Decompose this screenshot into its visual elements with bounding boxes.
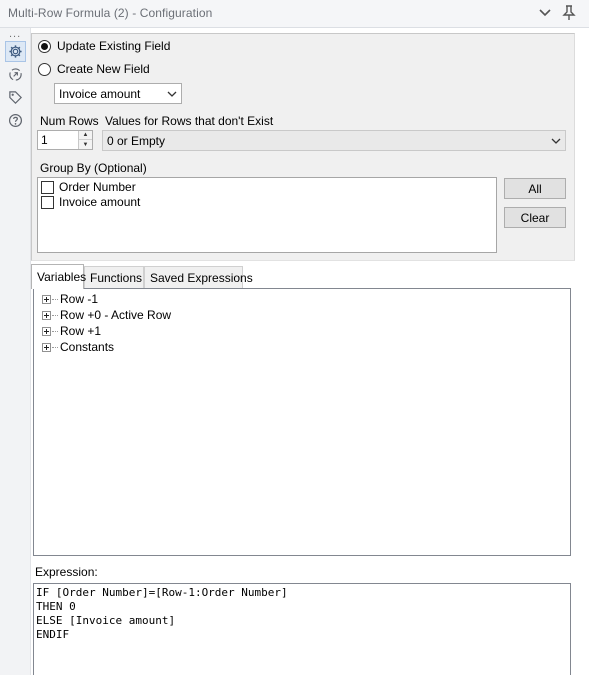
num-rows-stepper[interactable]: 1 ▲ ▼ xyxy=(37,130,93,150)
stepper-arrows[interactable]: ▲ ▼ xyxy=(78,131,92,149)
right-margin xyxy=(575,28,589,675)
missing-rows-value: 0 or Empty xyxy=(107,133,166,148)
expression-label: Expression: xyxy=(35,565,98,579)
group-by-label: Group By (Optional) xyxy=(40,161,147,175)
field-dropdown[interactable]: Invoice amount xyxy=(54,83,182,104)
missing-rows-label: Values for Rows that don't Exist xyxy=(105,114,274,128)
tree-item-label: Row +0 - Active Row xyxy=(60,308,172,322)
title-bar: Multi-Row Formula (2) - Configuration xyxy=(0,0,589,28)
window-title: Multi-Row Formula (2) - Configuration xyxy=(8,6,213,20)
group-by-item-label: Invoice amount xyxy=(59,195,141,209)
sidebar-dots: ... xyxy=(9,28,22,40)
stepper-up-icon[interactable]: ▲ xyxy=(79,131,92,140)
chevron-down-icon[interactable] xyxy=(547,138,565,144)
group-by-list: Order Number Invoice amount xyxy=(37,177,497,253)
tree-item-row-minus-1[interactable]: Row -1 xyxy=(42,292,98,306)
radio-button[interactable] xyxy=(38,62,51,76)
tree-item-label: Row +1 xyxy=(60,324,102,338)
expression-line: THEN 0 xyxy=(36,600,76,613)
tree-item-label: Constants xyxy=(60,340,115,354)
tree-item-constants[interactable]: Constants xyxy=(42,340,114,354)
radio-button-selected[interactable] xyxy=(38,39,51,53)
tab-saved-expressions[interactable]: Saved Expressions xyxy=(144,266,253,288)
expand-plus-icon[interactable] xyxy=(42,342,51,352)
expand-plus-icon[interactable] xyxy=(42,294,51,304)
tab-functions[interactable]: Functions xyxy=(84,266,144,288)
pin-icon[interactable] xyxy=(560,4,578,22)
variables-tree: Row -1 Row +0 - Active Row Row +1 Consta… xyxy=(33,288,571,556)
expression-code: IF [Order Number]=[Row-1:Order Number] TH… xyxy=(36,586,288,642)
tree-item-row-active[interactable]: Row +0 - Active Row xyxy=(42,308,171,322)
expression-line: ENDIF xyxy=(36,628,70,641)
stepper-down-icon[interactable]: ▼ xyxy=(79,140,92,149)
list-item[interactable]: Order Number xyxy=(41,180,136,194)
checkbox[interactable] xyxy=(41,195,54,209)
group-by-item-label: Order Number xyxy=(59,180,136,194)
chevron-down-icon[interactable] xyxy=(163,91,181,97)
update-existing-label: Update Existing Field xyxy=(57,39,171,53)
expression-line: IF [Order Number]=[Row-1:Order Number] xyxy=(36,586,288,599)
help-icon[interactable] xyxy=(5,110,26,131)
list-item[interactable]: Invoice amount xyxy=(41,195,140,209)
chevron-down-icon[interactable] xyxy=(536,4,554,22)
expression-line: ELSE [Invoice amount] xyxy=(36,614,176,627)
missing-rows-dropdown[interactable]: 0 or Empty xyxy=(102,130,566,151)
expand-plus-icon[interactable] xyxy=(42,326,51,336)
checkbox[interactable] xyxy=(41,180,54,194)
tree-item-row-plus-1[interactable]: Row +1 xyxy=(42,324,101,338)
field-dropdown-value: Invoice amount xyxy=(59,86,141,101)
create-new-radio[interactable]: Create New Field xyxy=(38,62,150,76)
tab-variables[interactable]: Variables xyxy=(31,264,86,289)
gear-icon[interactable] xyxy=(5,41,26,62)
expand-plus-icon[interactable] xyxy=(42,310,51,320)
connection-icon[interactable] xyxy=(5,64,26,85)
expression-editor[interactable]: IF [Order Number]=[Row-1:Order Number] TH… xyxy=(33,583,571,675)
num-rows-value: 1 xyxy=(41,133,48,147)
create-new-label: Create New Field xyxy=(57,62,150,76)
tree-item-label: Row -1 xyxy=(60,292,99,306)
clear-button[interactable]: Clear xyxy=(504,207,566,228)
update-existing-radio[interactable]: Update Existing Field xyxy=(38,39,170,53)
tool-sidebar: ... xyxy=(0,28,31,675)
tag-icon[interactable] xyxy=(5,87,26,108)
num-rows-label: Num Rows xyxy=(40,114,99,128)
all-button[interactable]: All xyxy=(504,178,566,199)
